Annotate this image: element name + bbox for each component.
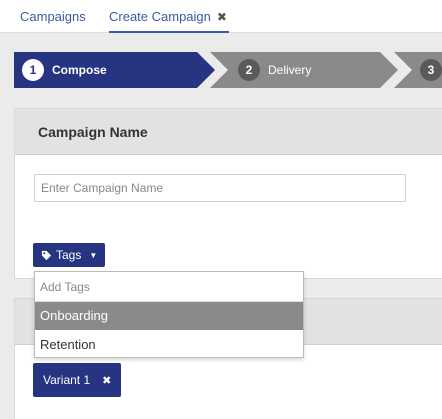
tag-option-onboarding[interactable]: Onboarding bbox=[35, 302, 303, 330]
tab-create-campaign-label: Create Campaign bbox=[109, 9, 211, 24]
tag-icon bbox=[41, 250, 52, 260]
variant-chip-label: Variant 1 bbox=[43, 373, 91, 387]
step-delivery-number: 2 bbox=[238, 59, 260, 81]
caret-down-icon: ▼ bbox=[89, 250, 98, 260]
wizard-steps: 1 Compose 2 Delivery 3 bbox=[14, 52, 442, 88]
tab-campaigns[interactable]: Campaigns bbox=[20, 0, 86, 33]
tags-dropdown-button[interactable]: Tags ▼ bbox=[33, 243, 106, 267]
step-compose-label: Compose bbox=[52, 63, 107, 77]
variant-chip[interactable]: Variant 1 ✖ bbox=[33, 363, 122, 397]
step-three-number: 3 bbox=[420, 59, 442, 81]
add-tags-input[interactable] bbox=[35, 272, 303, 302]
step-delivery[interactable]: 2 Delivery bbox=[210, 52, 400, 88]
step-three[interactable]: 3 bbox=[394, 52, 442, 88]
campaign-name-heading: Campaign Name bbox=[15, 109, 442, 155]
tab-create-campaign[interactable]: Create Campaign ✖ bbox=[109, 0, 229, 33]
tags-button-label: Tags bbox=[56, 248, 82, 262]
step-delivery-label: Delivery bbox=[268, 63, 312, 77]
tab-bar: Campaigns Create Campaign ✖ bbox=[0, 0, 442, 33]
close-tab-icon[interactable]: ✖ bbox=[217, 10, 227, 24]
tags-dropdown-menu: Onboarding Retention bbox=[34, 271, 304, 358]
campaign-name-input[interactable] bbox=[34, 174, 406, 202]
step-compose[interactable]: 1 Compose bbox=[14, 52, 215, 88]
step-compose-number: 1 bbox=[22, 59, 44, 81]
remove-variant-icon[interactable]: ✖ bbox=[102, 374, 111, 387]
tag-option-retention[interactable]: Retention bbox=[35, 331, 303, 359]
